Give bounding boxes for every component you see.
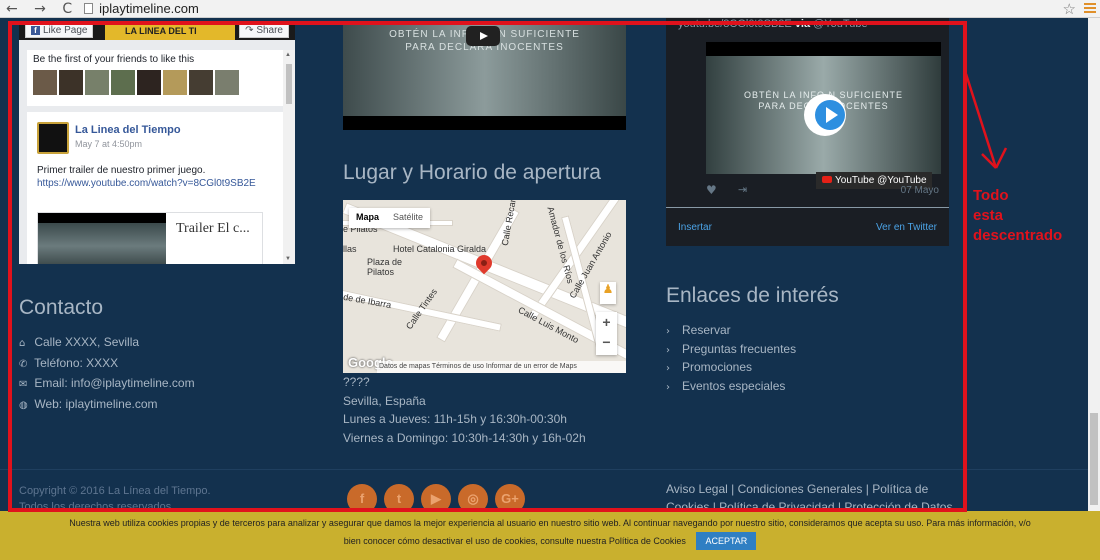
annotation-line: Todo [973,187,1009,204]
annotation-arrow-icon [964,73,1008,169]
cookie-text: bien conocer cómo desactivar el uso de c… [343,536,686,546]
accept-cookies-button[interactable]: ACEPTAR [696,532,757,550]
cookie-text-line: bien conocer cómo desactivar el uso de c… [0,532,1100,550]
cookie-banner: Nuestra web utiliza cookies propias y de… [0,511,1100,560]
bookmark-star-icon[interactable]: ☆ [1063,0,1076,18]
browser-menu-icon[interactable] [1084,1,1096,15]
address-bar[interactable]: iplaytimeline.com [99,1,199,16]
annotation-box [8,21,967,512]
scrollbar-thumb[interactable] [1090,413,1098,505]
annotation-line: esta [973,207,1004,224]
annotation-line: descentrado [973,227,1063,244]
browser-toolbar: ← → C iplaytimeline.com ☆ [0,0,1100,18]
page-scrollbar[interactable] [1088,18,1100,511]
page-icon [84,3,94,14]
annotation-text: Todo esta descentrado [973,186,1093,246]
browser-nav-buttons[interactable]: ← → C [6,1,78,17]
cookie-text-line: Nuestra web utiliza cookies propias y de… [69,518,1031,528]
